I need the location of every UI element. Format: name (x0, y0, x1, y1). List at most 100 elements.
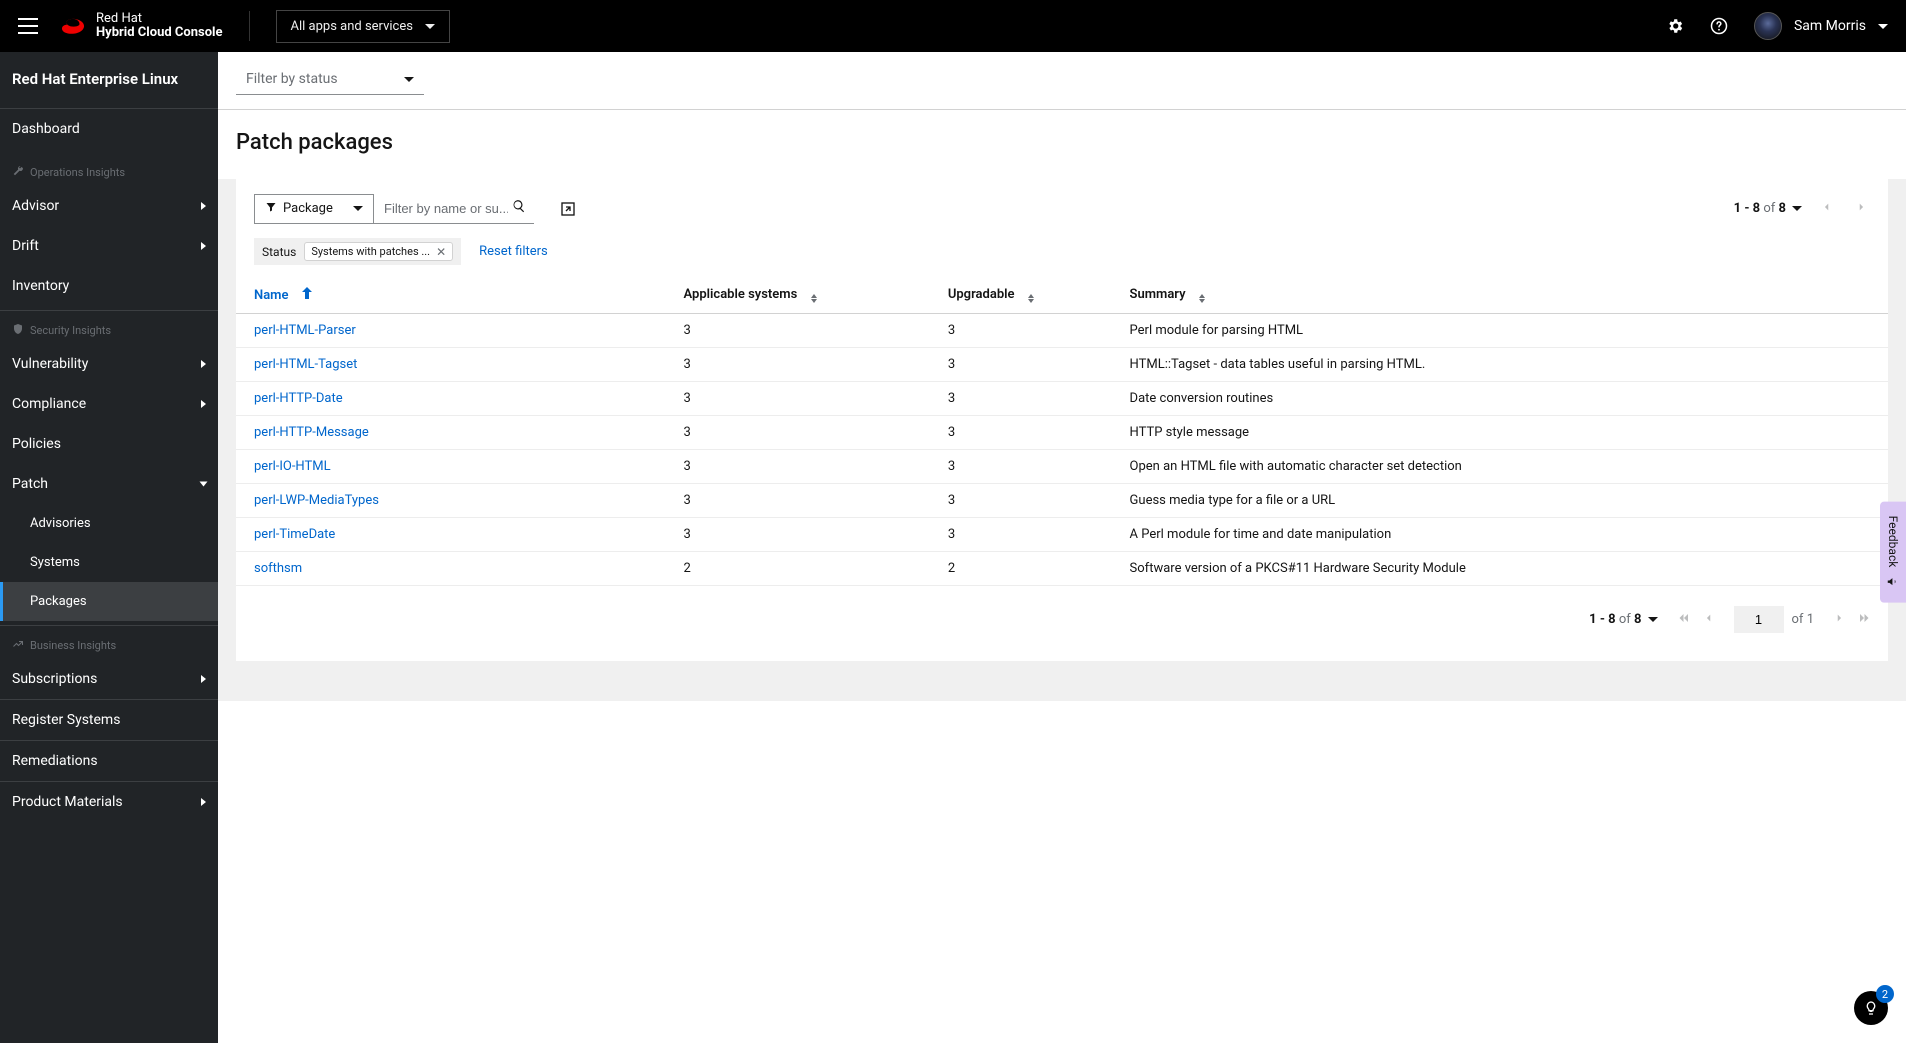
settings-icon[interactable] (1666, 17, 1684, 35)
sidebar-item-label: Packages (30, 594, 87, 609)
reset-filters-link[interactable]: Reset filters (479, 244, 548, 259)
sidebar-item-label: Register Systems (12, 712, 120, 728)
pagination-prev[interactable] (1818, 201, 1836, 216)
wrench-icon (12, 165, 24, 180)
pagination-last[interactable] (1858, 612, 1870, 628)
cell-applicable: 3 (666, 382, 930, 416)
nav-toggle-button[interactable] (18, 18, 38, 34)
cell-applicable: 3 (666, 518, 930, 552)
chip-remove-button[interactable]: ✕ (436, 246, 446, 258)
sidebar-item-dashboard[interactable]: Dashboard (0, 109, 218, 149)
sidebar-item-vulnerability[interactable]: Vulnerability (0, 344, 218, 384)
package-link[interactable]: perl-LWP-MediaTypes (254, 493, 379, 508)
search-icon[interactable] (512, 199, 526, 217)
pagination-next[interactable] (1834, 612, 1844, 627)
username: Sam Morris (1794, 18, 1866, 34)
table-row: perl-LWP-MediaTypes33Guess media type fo… (236, 484, 1888, 518)
caret-down-icon (353, 206, 363, 211)
sidebar-item-register-systems[interactable]: Register Systems (0, 700, 218, 740)
sidebar-item-policies[interactable]: Policies (0, 424, 218, 464)
chevron-right-icon (201, 360, 206, 368)
feedback-tab[interactable]: Feedback (1880, 501, 1906, 603)
caret-down-icon (1792, 206, 1802, 211)
sidebar-item-label: Advisor (12, 198, 59, 214)
cell-applicable: 3 (666, 484, 930, 518)
sidebar-item-subscriptions[interactable]: Subscriptions (0, 659, 218, 699)
sidebar-item-label: Systems (30, 555, 80, 570)
package-link[interactable]: perl-TimeDate (254, 527, 335, 542)
filter-attribute-dropdown[interactable]: Package (254, 194, 374, 224)
package-link[interactable]: perl-IO-HTML (254, 459, 331, 474)
table-row: perl-HTML-Tagset33HTML::Tagset - data ta… (236, 348, 1888, 382)
table-row: perl-TimeDate33A Perl module for time an… (236, 518, 1888, 552)
sidebar-item-label: Inventory (12, 278, 69, 294)
status-filter-dropdown[interactable]: Filter by status (236, 64, 424, 95)
cell-upgradable: 3 (930, 382, 1112, 416)
cell-applicable: 3 (666, 416, 930, 450)
trend-icon (12, 638, 24, 653)
column-label: Summary (1130, 287, 1186, 302)
sidebar-item-label: Policies (12, 436, 61, 452)
sidebar-item-patch[interactable]: Patch (0, 464, 218, 504)
sidebar-item-compliance[interactable]: Compliance (0, 384, 218, 424)
column-header-summary[interactable]: Summary (1112, 277, 1888, 314)
sidebar-item-advisor[interactable]: Advisor (0, 186, 218, 226)
package-link[interactable]: softhsm (254, 561, 302, 576)
packages-card: Package (236, 179, 1888, 661)
column-header-name[interactable]: Name (236, 277, 666, 314)
all-apps-dropdown[interactable]: All apps and services (276, 10, 450, 43)
sidebar-item-label: Subscriptions (12, 671, 97, 687)
sidebar-item-drift[interactable]: Drift (0, 226, 218, 266)
redhat-logo-icon (60, 16, 86, 36)
column-header-upgradable[interactable]: Upgradable (930, 277, 1112, 314)
sidebar-item-inventory[interactable]: Inventory (0, 266, 218, 306)
table-row: perl-IO-HTML33Open an HTML file with aut… (236, 450, 1888, 484)
sidebar-item-patch-systems[interactable]: Systems (0, 543, 218, 582)
cell-summary: Perl module for parsing HTML (1112, 314, 1888, 348)
sidebar-item-remediations[interactable]: Remediations (0, 741, 218, 781)
sort-ascending-icon (302, 287, 312, 299)
caret-down-icon (425, 24, 435, 29)
chevron-right-icon (201, 202, 206, 210)
filter-search-input[interactable] (384, 201, 508, 216)
filter-chip-group: Status Systems with patches ... ✕ (254, 238, 461, 265)
package-link[interactable]: perl-HTTP-Message (254, 425, 369, 440)
pagination-first[interactable] (1678, 612, 1690, 628)
export-button[interactable] (560, 201, 576, 217)
column-header-applicable[interactable]: Applicable systems (666, 277, 930, 314)
sidebar-section-operations: Operations Insights (0, 153, 218, 186)
pagination-compact[interactable]: 1 - 8 of 8 (1734, 201, 1802, 216)
brand[interactable]: Red Hat Hybrid Cloud Console (60, 12, 223, 39)
package-link[interactable]: perl-HTML-Parser (254, 323, 356, 338)
megaphone-icon (1886, 575, 1900, 589)
filter-chip: Systems with patches ... ✕ (304, 242, 453, 261)
sidebar-item-product-materials[interactable]: Product Materials (0, 782, 218, 822)
help-icon[interactable] (1710, 17, 1728, 35)
sort-icon (1028, 294, 1034, 303)
chevron-down-icon (200, 482, 208, 487)
pagination-range: 1 - 8 (1589, 612, 1616, 627)
shield-icon (12, 323, 24, 338)
avatar (1754, 12, 1782, 40)
sort-icon (1199, 294, 1205, 303)
sort-icon (811, 294, 817, 303)
cell-upgradable: 3 (930, 416, 1112, 450)
package-link[interactable]: perl-HTTP-Date (254, 391, 343, 406)
package-link[interactable]: perl-HTML-Tagset (254, 357, 357, 372)
pagination-page-input[interactable] (1734, 606, 1784, 633)
table-footer: 1 - 8 of 8 of 1 (236, 586, 1888, 661)
sidebar-item-label: Remediations (12, 753, 98, 769)
pagination-prev[interactable] (1704, 612, 1714, 627)
help-bulb-button[interactable]: 2 (1854, 991, 1888, 1025)
sidebar-item-label: Vulnerability (12, 356, 88, 372)
sidebar-item-patch-advisories[interactable]: Advisories (0, 504, 218, 543)
table-row: softhsm22Software version of a PKCS#11 H… (236, 552, 1888, 586)
sidebar-item-patch-packages[interactable]: Packages (0, 582, 218, 621)
pagination-footer-range-dropdown[interactable]: 1 - 8 of 8 (1589, 612, 1657, 627)
pagination-next[interactable] (1852, 201, 1870, 216)
filter-chip-row: Status Systems with patches ... ✕ Reset … (236, 234, 1888, 277)
user-menu[interactable]: Sam Morris (1754, 12, 1888, 40)
sidebar-item-label: Compliance (12, 396, 86, 412)
all-apps-label: All apps and services (291, 19, 413, 34)
sidebar-context-title: Red Hat Enterprise Linux (0, 52, 218, 109)
